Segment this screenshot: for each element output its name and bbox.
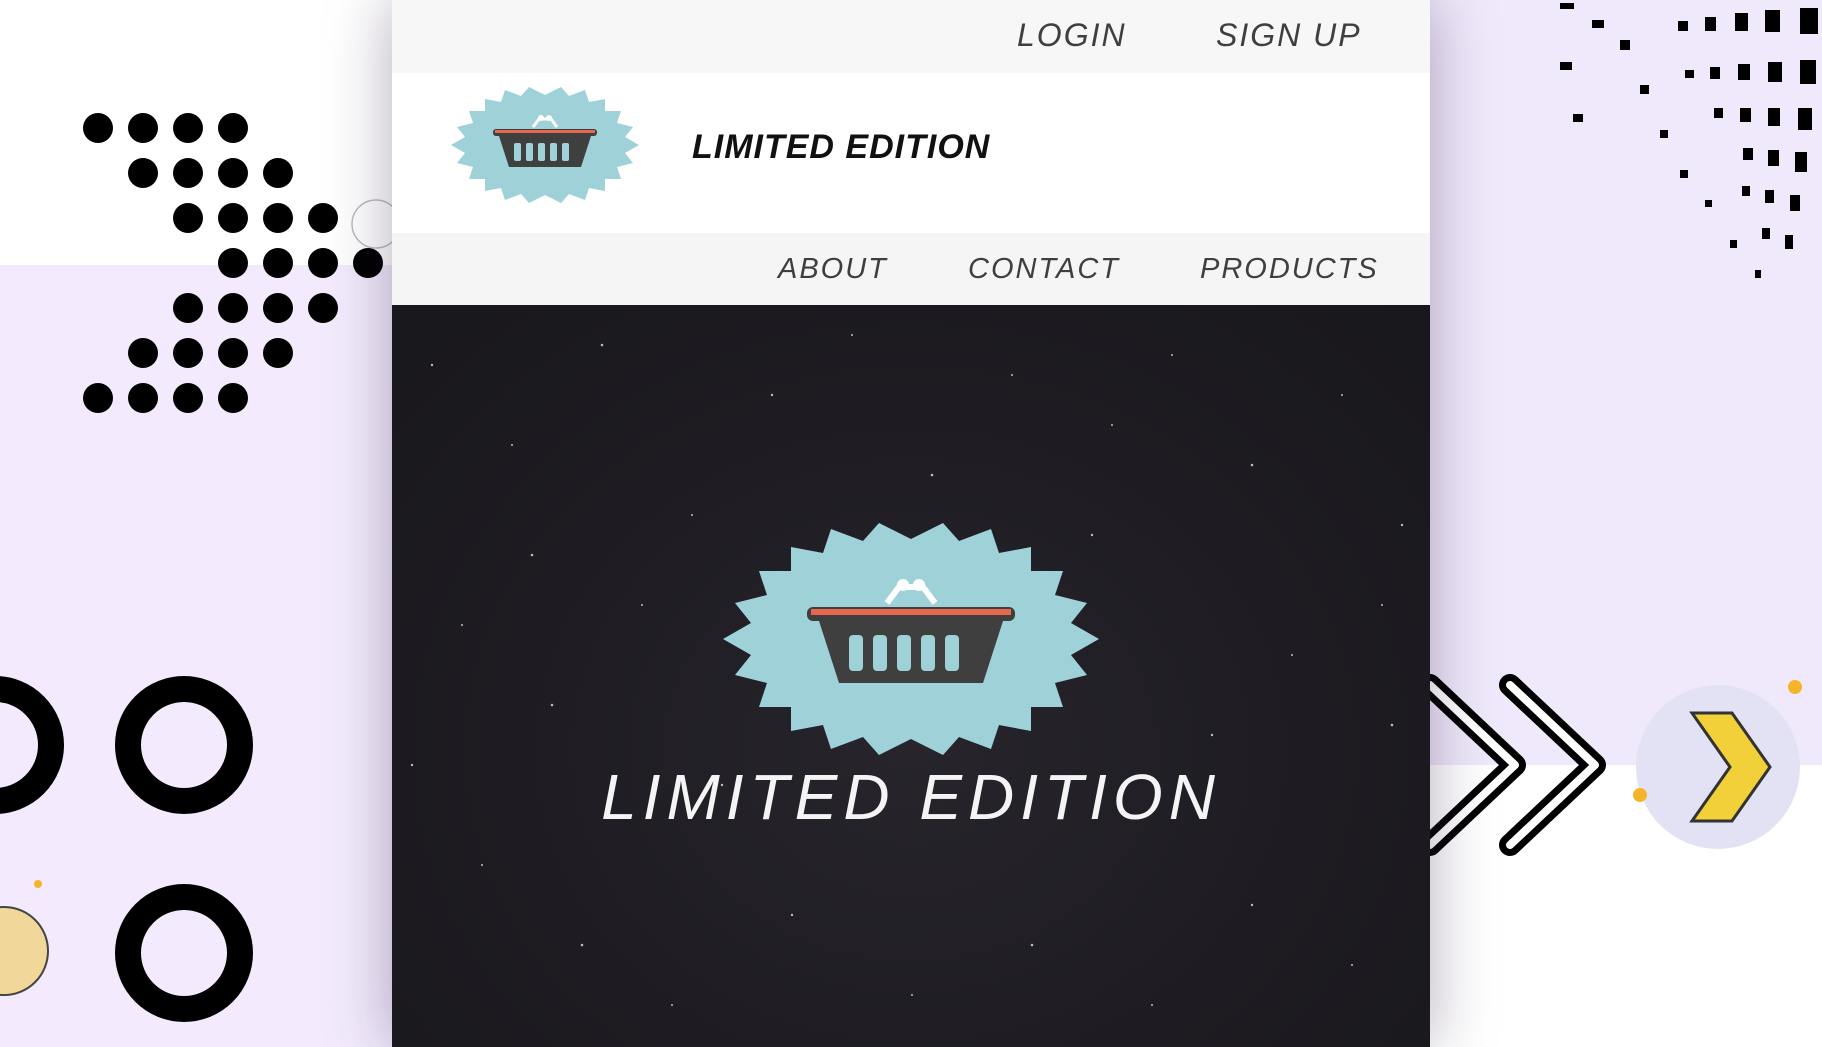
dot-arrow-decoration — [83, 113, 383, 413]
top-bar: LOGIN SIGN UP — [392, 0, 1430, 73]
chevron-arrows-decoration — [1419, 674, 1606, 856]
login-link[interactable]: LOGIN — [1017, 17, 1127, 54]
shopping-basket-icon[interactable] — [717, 523, 1105, 755]
nav-item-about[interactable]: ABOUT — [778, 253, 888, 286]
nav-item-products[interactable]: PRODUCTS — [1200, 253, 1379, 286]
main-nav: ABOUT CONTACT PRODUCTS — [392, 233, 1430, 305]
hero-title: LIMITED EDITION — [601, 761, 1221, 833]
website-preview: LOGIN SIGN UP LIMITED EDITION ABOUT CONT… — [392, 0, 1430, 1047]
chevron-right-icon[interactable] — [1630, 675, 1822, 860]
nav-item-contact[interactable]: CONTACT — [968, 253, 1120, 286]
hero-banner: LIMITED EDITION — [392, 305, 1430, 1047]
brand-title[interactable]: LIMITED EDITION — [692, 128, 990, 167]
brand-bar: LIMITED EDITION — [392, 73, 1430, 233]
ring-decoration — [0, 676, 253, 1022]
perspective-grid-decoration — [1560, 3, 1818, 278]
signup-link[interactable]: SIGN UP — [1216, 17, 1362, 54]
shopping-basket-icon[interactable] — [449, 87, 641, 203]
